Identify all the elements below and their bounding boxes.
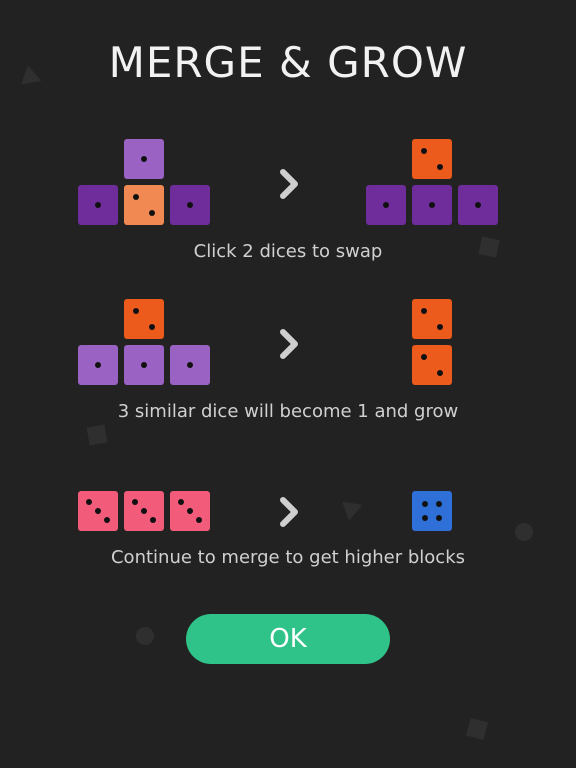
die-pip bbox=[187, 362, 193, 368]
die-pip bbox=[133, 194, 139, 200]
die-pip bbox=[95, 362, 101, 368]
die-pip bbox=[383, 202, 389, 208]
die-pip bbox=[150, 517, 156, 523]
step-2-caption: 3 similar dice will become 1 and grow bbox=[117, 401, 459, 422]
die-pip bbox=[187, 508, 193, 514]
die-pip bbox=[196, 517, 202, 523]
step-1-caption: Click 2 dices to swap bbox=[193, 241, 383, 262]
page-title: MERGE & GROW bbox=[108, 38, 468, 87]
die bbox=[170, 345, 210, 385]
background-circle bbox=[136, 627, 154, 645]
die-pip bbox=[104, 517, 110, 523]
die-pip bbox=[421, 354, 427, 360]
die bbox=[78, 185, 118, 225]
die-pip bbox=[141, 362, 147, 368]
die-pip bbox=[149, 210, 155, 216]
die-pip bbox=[429, 202, 435, 208]
die-pip bbox=[133, 308, 139, 314]
die bbox=[170, 491, 210, 531]
die-pip bbox=[132, 499, 138, 505]
die-pip bbox=[141, 156, 147, 162]
die bbox=[78, 491, 118, 531]
background-circle bbox=[515, 523, 533, 541]
die-pip bbox=[421, 148, 427, 154]
die bbox=[124, 139, 164, 179]
die bbox=[458, 185, 498, 225]
die-pip bbox=[437, 164, 443, 170]
die bbox=[412, 299, 452, 339]
background-square bbox=[465, 717, 489, 741]
die bbox=[412, 345, 452, 385]
die-pip bbox=[141, 508, 147, 514]
die bbox=[412, 139, 452, 179]
ok-button[interactable]: OK bbox=[186, 614, 390, 664]
chevron-right-icon bbox=[280, 329, 298, 359]
die bbox=[170, 185, 210, 225]
die-pip bbox=[422, 515, 428, 521]
die bbox=[124, 345, 164, 385]
die-pip bbox=[86, 499, 92, 505]
background-square bbox=[86, 424, 108, 446]
die bbox=[124, 185, 164, 225]
die-pip bbox=[95, 202, 101, 208]
die-pip bbox=[436, 501, 442, 507]
die bbox=[412, 185, 452, 225]
die-pip bbox=[421, 308, 427, 314]
die-pip bbox=[149, 324, 155, 330]
background-triangle bbox=[342, 495, 366, 521]
die bbox=[412, 491, 452, 531]
step-3-caption: Continue to merge to get higher blocks bbox=[110, 547, 465, 568]
die-pip bbox=[436, 515, 442, 521]
die-pip bbox=[437, 324, 443, 330]
chevron-right-icon bbox=[280, 169, 298, 199]
die-pip bbox=[187, 202, 193, 208]
die-pip bbox=[178, 499, 184, 505]
die-pip bbox=[437, 370, 443, 376]
die-pip bbox=[475, 202, 481, 208]
die-pip bbox=[422, 501, 428, 507]
die-pip bbox=[95, 508, 101, 514]
die bbox=[124, 299, 164, 339]
die bbox=[366, 185, 406, 225]
die bbox=[124, 491, 164, 531]
die bbox=[78, 345, 118, 385]
chevron-right-icon bbox=[280, 497, 298, 527]
